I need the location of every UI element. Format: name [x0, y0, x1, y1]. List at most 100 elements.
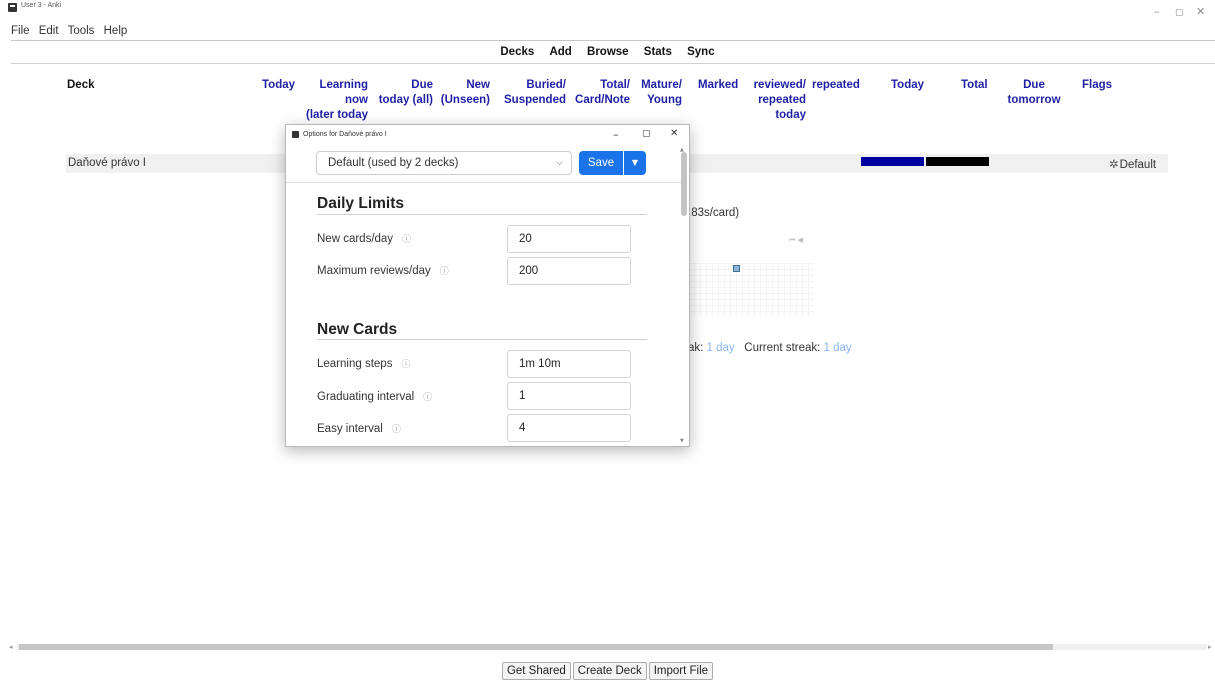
import-file-button[interactable]: Import File	[648, 662, 714, 680]
minimize-button[interactable]: –	[1154, 6, 1160, 18]
learning-steps-input[interactable]: 1m 10m	[507, 350, 631, 378]
toolbar-browse[interactable]: Browse	[587, 46, 629, 58]
heatmap-active-day	[733, 265, 740, 272]
scroll-left-arrow-icon[interactable]: ◂	[9, 643, 13, 651]
header-new: New (Unseen)	[430, 78, 490, 108]
window-titlebar: User 3 - Anki – ▢ ✕	[0, 0, 1215, 18]
header-buried-line1: Buried/	[526, 79, 566, 91]
menu-help[interactable]: Help	[104, 25, 128, 37]
window-title: User 3 - Anki	[21, 2, 62, 9]
longest-streak-label: ak:	[688, 342, 704, 354]
menu-tools[interactable]: Tools	[68, 25, 95, 37]
menu-separator	[11, 40, 1215, 41]
main-toolbar: Decks Add Browse Stats Sync	[0, 46, 1215, 58]
toolbar-decks[interactable]: Decks	[500, 46, 534, 58]
header-today: Today	[262, 79, 296, 91]
daily-limits-divider	[317, 214, 647, 215]
header-learning-line1: Learning	[319, 79, 368, 91]
header-buried-line2: Suspended	[504, 94, 566, 106]
header-today-2: Today	[891, 79, 925, 91]
scrollbar-thumb[interactable]	[19, 644, 1053, 650]
dialog-scroll-thumb[interactable]	[681, 152, 687, 216]
dialog-maximize-button[interactable]: ▢	[642, 129, 651, 139]
toolbar-stats[interactable]: Stats	[644, 46, 672, 58]
menu-bar: File Edit Tools Help	[11, 25, 133, 39]
header-mature-line2: Young	[647, 94, 682, 106]
learning-steps-label-text: Learning steps	[317, 358, 393, 370]
caret-down-icon: ▼	[631, 158, 639, 167]
get-shared-button[interactable]: Get Shared	[501, 662, 571, 680]
dialog-app-icon	[292, 131, 299, 138]
header-deck: Deck	[67, 79, 95, 91]
header-total-line1: Total/	[600, 79, 630, 91]
header-reviewed-line1: reviewed/	[753, 79, 806, 91]
header-due-line1: Due	[411, 79, 433, 91]
info-icon[interactable]: ⓘ	[402, 232, 411, 245]
save-dropdown-button[interactable]: ▼	[624, 151, 646, 175]
preset-select[interactable]: Default (used by 2 decks) ⌵	[316, 151, 572, 175]
header-mature: Mature/ Young	[632, 78, 682, 108]
header-learning-line3: (later today	[306, 109, 368, 121]
dialog-minimize-button[interactable]: –	[613, 128, 619, 141]
graduating-interval-label-text: Graduating interval	[317, 391, 415, 403]
progress-bar-blue	[861, 157, 924, 166]
dialog-scrollbar[interactable]: ▲ ▼	[680, 147, 688, 445]
graduating-interval-input[interactable]: 1	[507, 382, 631, 410]
current-streak-value: 1 day	[823, 342, 852, 354]
current-streak-label: Current streak:	[744, 342, 821, 354]
seconds-per-card-text: .83s/card)	[688, 207, 740, 219]
maximize-button[interactable]: ▢	[1175, 7, 1184, 19]
header-due-tomorrow-line2: tomorrow	[1007, 94, 1061, 106]
menu-edit[interactable]: Edit	[39, 25, 59, 37]
header-due-line2: today (all)	[378, 94, 433, 106]
toolbar-separator	[11, 63, 1215, 64]
progress-bar-black	[926, 157, 989, 166]
info-icon[interactable]: ⓘ	[392, 422, 401, 435]
new-cards-day-label-text: New cards/day	[317, 233, 394, 245]
easy-interval-input[interactable]: 4	[507, 414, 631, 442]
create-deck-button[interactable]: Create Deck	[572, 662, 647, 680]
review-heatmap	[688, 263, 814, 315]
save-button[interactable]: Save	[579, 151, 623, 175]
header-due: Due today (all)	[366, 78, 433, 108]
header-new-line2: (Unseen)	[440, 94, 490, 106]
header-learning: Learning now (later today	[296, 78, 368, 123]
new-cards-heading: New Cards	[317, 321, 398, 338]
header-reviewed-line3: today	[775, 109, 806, 121]
toolbar-sync[interactable]: Sync	[687, 46, 715, 58]
horizontal-scrollbar[interactable]: ◂ ▸	[9, 643, 1214, 651]
dialog-scroll-down-icon[interactable]: ▼	[680, 438, 684, 444]
menu-file[interactable]: File	[11, 25, 30, 37]
header-due-tomorrow: Due tomorrow	[1006, 78, 1062, 108]
max-reviews-day-label-text: Maximum reviews/day	[317, 265, 431, 277]
scroll-right-arrow-icon[interactable]: ▸	[1208, 643, 1212, 651]
dialog-close-button[interactable]: ✕	[670, 128, 678, 139]
gear-icon: ✲	[1109, 159, 1119, 171]
info-icon[interactable]: ⓘ	[440, 264, 449, 277]
dialog-title: Options for Daňové právo I	[303, 131, 387, 138]
preset-select-value: Default (used by 2 decks)	[328, 157, 459, 169]
header-new-line1: New	[466, 79, 490, 91]
longest-streak-value: 1 day	[706, 342, 735, 354]
graduating-interval-label: Graduating interval ⓘ	[317, 390, 432, 403]
deck-options-dialog: Options for Daňové právo I – ▢ ✕ Default…	[285, 124, 690, 447]
deck-name[interactable]: Daňové právo I	[68, 157, 146, 169]
header-total: Total/ Card/Note	[568, 78, 630, 108]
header-learning-line2: now	[345, 94, 368, 106]
new-cards-divider	[317, 339, 647, 340]
close-button[interactable]: ✕	[1196, 6, 1205, 18]
header-flags: Flags	[1082, 79, 1113, 91]
new-cards-day-label: New cards/day ⓘ	[317, 232, 411, 245]
toolbar-add[interactable]: Add	[549, 46, 571, 58]
max-reviews-day-input[interactable]: 200	[507, 257, 631, 285]
new-cards-day-input[interactable]: 20	[507, 225, 631, 253]
info-icon[interactable]: ⓘ	[401, 357, 410, 370]
streak-text: ak: 1 day Current streak: 1 day	[688, 342, 852, 354]
chevron-down-icon: ⌵	[556, 157, 563, 167]
header-reviewed-line2: repeated	[758, 94, 806, 106]
info-icon[interactable]: ⓘ	[423, 390, 432, 403]
header-mature-line1: Mature/	[641, 79, 682, 91]
header-buried: Buried/ Suspended	[494, 78, 566, 108]
deck-options-button[interactable]: ✲Default	[1109, 157, 1156, 171]
header-reviewed: reviewed/ repeated today	[744, 78, 806, 123]
